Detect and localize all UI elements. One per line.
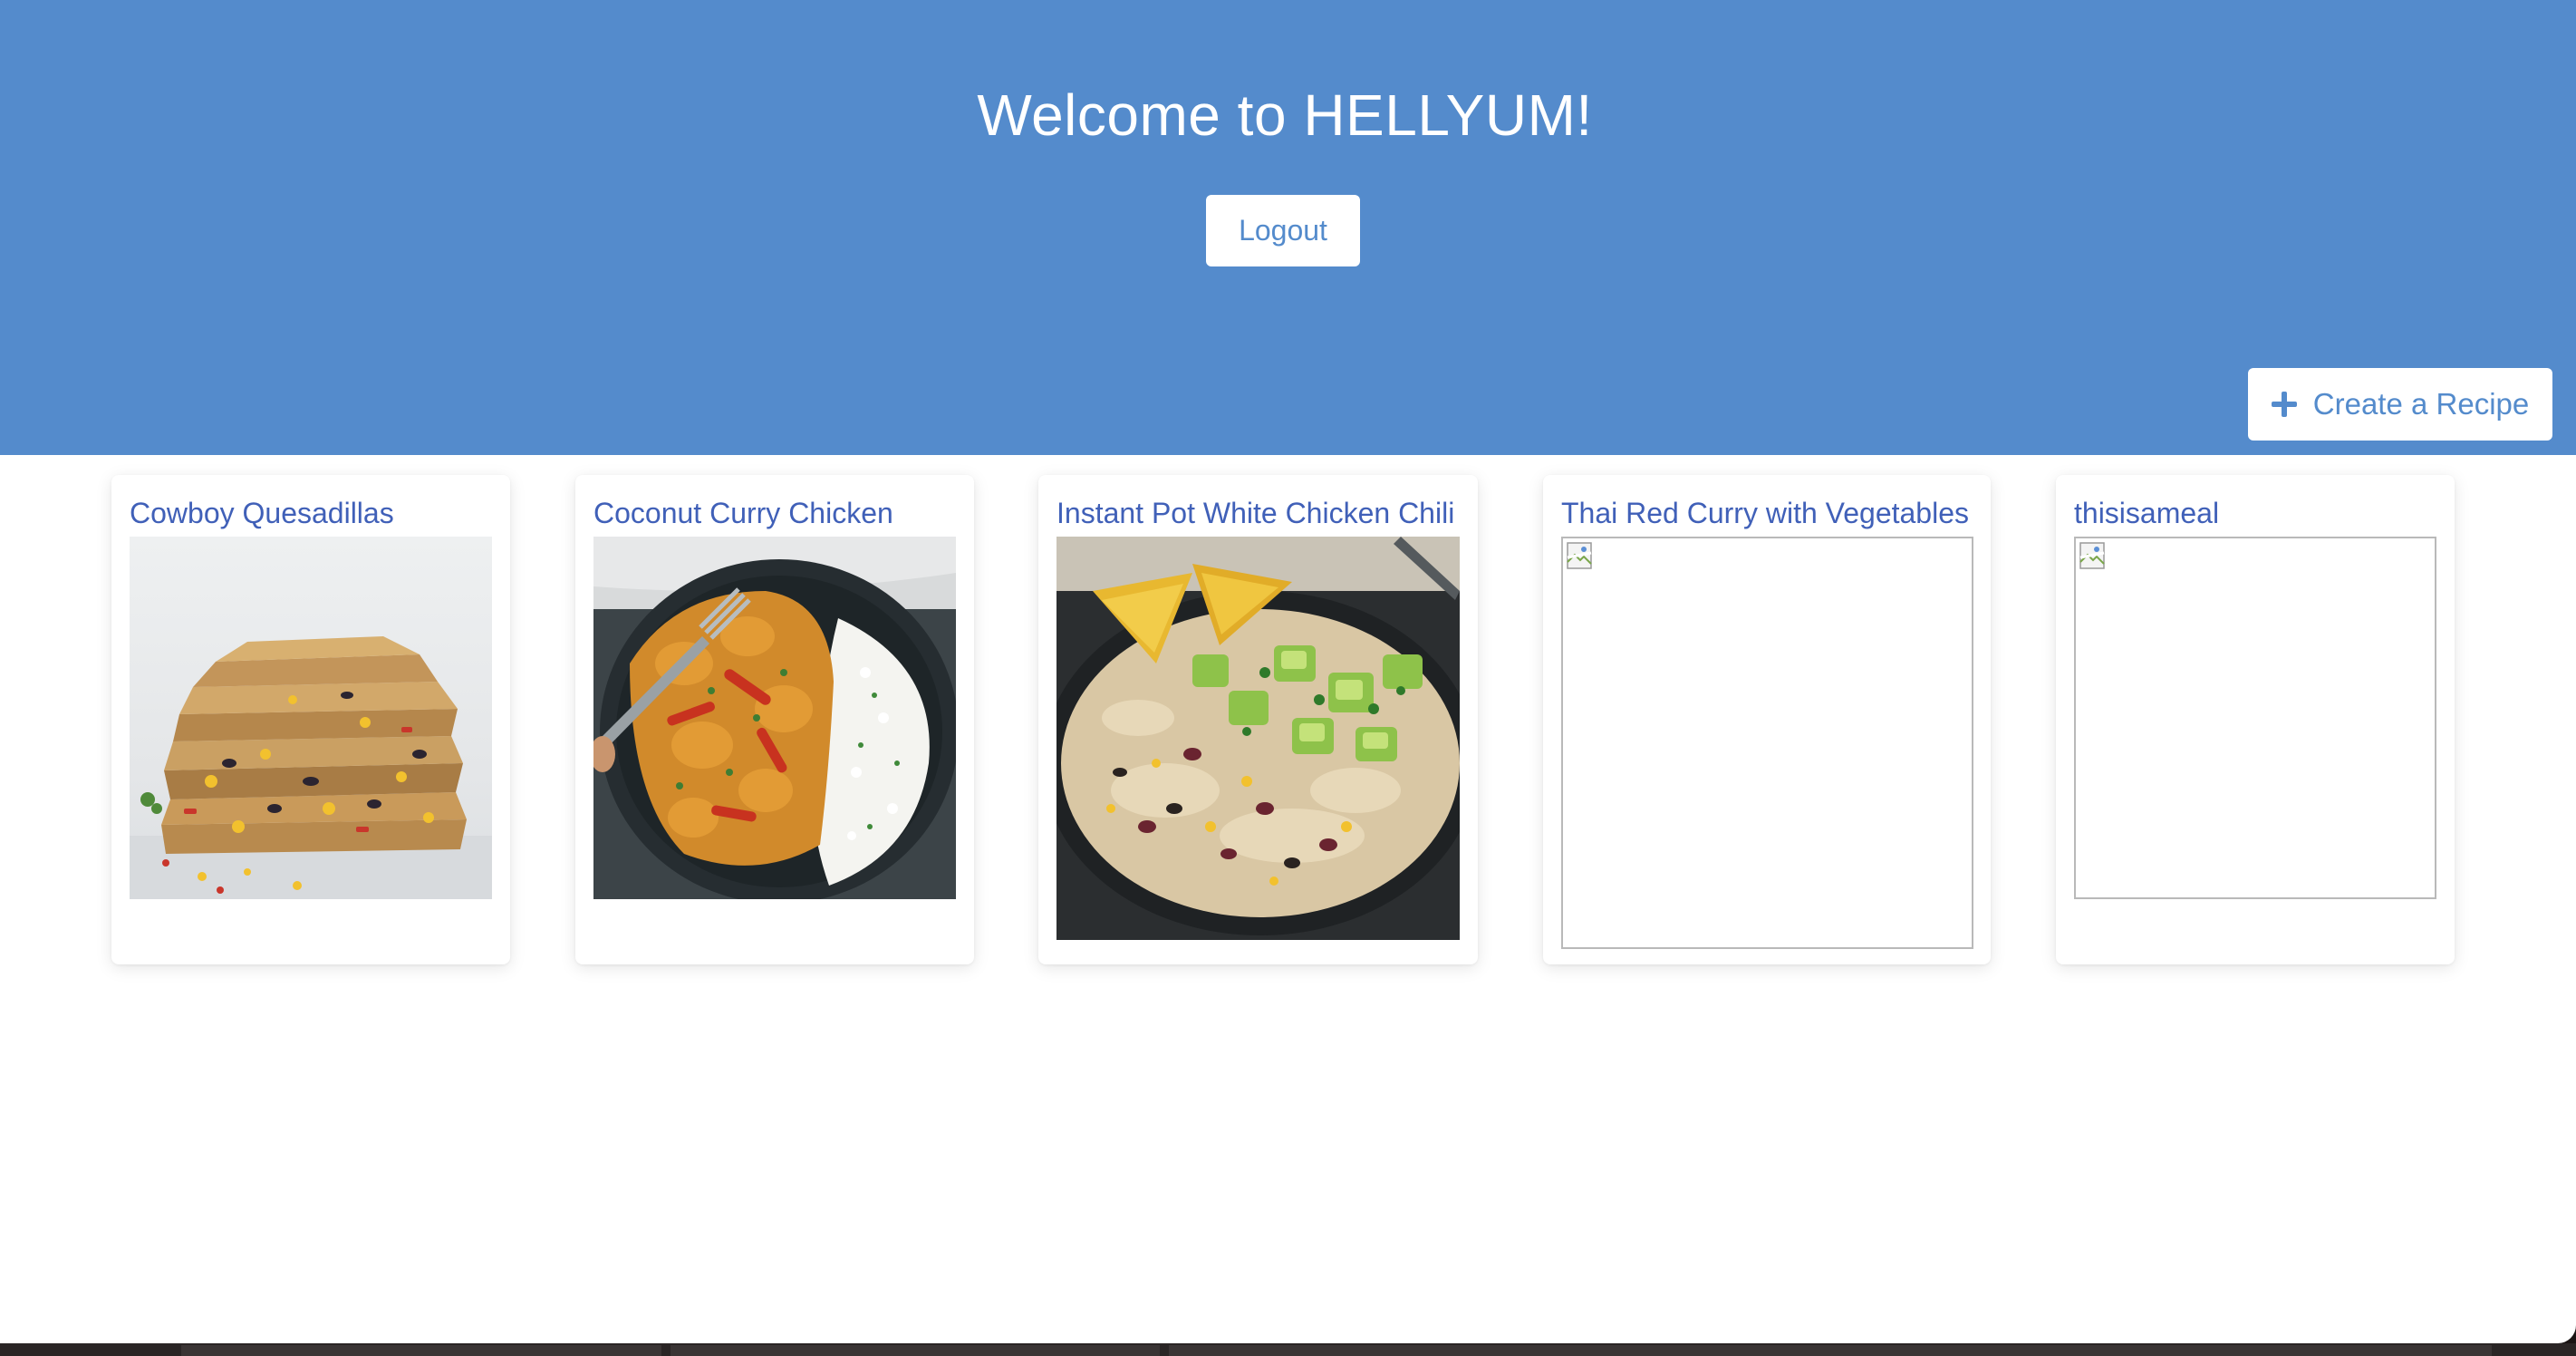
- app-page: Welcome to HELLYUM! Logout Create a Reci…: [0, 0, 2576, 1343]
- recipe-title-link[interactable]: Instant Pot White Chicken Chili: [1056, 497, 1454, 530]
- window-edge: [0, 1343, 2576, 1356]
- create-recipe-label: Create a Recipe: [2312, 387, 2530, 421]
- recipe-card[interactable]: Thai Red Curry with Vegetables: [1543, 475, 1991, 964]
- recipe-card[interactable]: Coconut Curry Chicken: [575, 475, 974, 964]
- create-recipe-button[interactable]: Create a Recipe: [2248, 368, 2552, 441]
- recipe-card[interactable]: thisisameal: [2056, 475, 2455, 964]
- taskbar-segment: [181, 1345, 661, 1356]
- chicken-chili-photo[interactable]: [1056, 537, 1460, 940]
- recipe-title-link[interactable]: Coconut Curry Chicken: [593, 497, 893, 530]
- broken-image-icon: [1567, 542, 1592, 569]
- logout-button[interactable]: Logout: [1206, 195, 1360, 266]
- broken-image[interactable]: [1561, 537, 1973, 949]
- broken-image[interactable]: [2074, 537, 2436, 899]
- taskbar-segment: [671, 1345, 1160, 1356]
- plus-icon: [2271, 392, 2297, 417]
- curry-chicken-photo[interactable]: [593, 537, 956, 899]
- recipe-card[interactable]: Instant Pot White Chicken Chili: [1038, 475, 1478, 964]
- quesadillas-photo[interactable]: [130, 537, 492, 899]
- broken-image-icon: [2079, 542, 2105, 569]
- recipe-title-link[interactable]: Thai Red Curry with Vegetables: [1561, 497, 1969, 530]
- recipe-title-link[interactable]: thisisameal: [2074, 497, 2219, 530]
- recipe-card[interactable]: Cowboy Quesadillas: [111, 475, 510, 964]
- recipe-title-link[interactable]: Cowboy Quesadillas: [130, 497, 394, 530]
- header-banner: Welcome to HELLYUM! Logout Create a Reci…: [0, 0, 2576, 455]
- taskbar-segment: [1169, 1345, 2492, 1356]
- page-title: Welcome to HELLYUM!: [977, 82, 1593, 148]
